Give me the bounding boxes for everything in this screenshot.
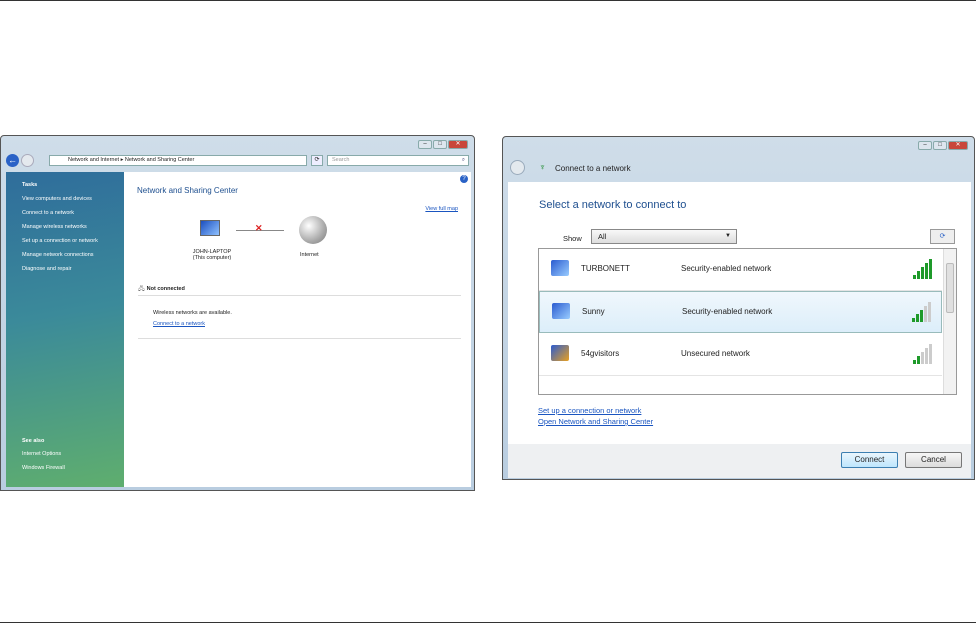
signal-bar	[917, 271, 920, 279]
disconnected-x-icon: ✕	[255, 223, 263, 233]
breadcrumb-item[interactable]: Network and Sharing Center	[125, 157, 194, 163]
bottom-rule	[0, 622, 976, 623]
breadcrumb-item[interactable]: Network and Internet	[68, 157, 119, 163]
signal-bar	[920, 310, 923, 322]
internet-globe-icon	[299, 216, 327, 244]
close-button[interactable]: ✕	[948, 141, 968, 150]
signal-bar	[929, 259, 932, 279]
network-sharing-center-window: – □ ✕ ← Network and Internet ▸ Network and…	[0, 135, 475, 491]
sidebar-task[interactable]: Manage wireless networks	[22, 224, 124, 230]
signal-bar	[929, 344, 932, 364]
signal-bar	[925, 263, 928, 279]
network-icon: ♆	[539, 162, 546, 172]
address-bar[interactable]: Network and Internet ▸ Network and Shari…	[49, 155, 307, 166]
scrollbar-thumb[interactable]	[946, 263, 954, 313]
wireless-message: Wireless networks are available.	[153, 310, 232, 316]
sidebar-task[interactable]: Connect to a network	[22, 210, 124, 216]
divider	[138, 338, 461, 339]
signal-bar	[913, 360, 916, 364]
unsecured-network-icon	[551, 345, 569, 361]
connect-to-network-link[interactable]: Connect to a network	[153, 321, 205, 327]
signal-bar	[924, 306, 927, 322]
dialog-footer: Connect Cancel	[508, 444, 971, 478]
computer-label: JOHN-LAPTOP (This computer)	[192, 249, 232, 261]
setup-connection-link[interactable]: Set up a connection or network	[538, 406, 641, 415]
network-security: Security-enabled network	[682, 307, 773, 316]
network-name: TURBONETT	[581, 264, 630, 273]
signal-bar	[928, 302, 931, 322]
see-also-link[interactable]: Windows Firewall	[22, 465, 65, 471]
signal-bar	[925, 348, 928, 364]
wireless-network-icon	[552, 303, 570, 319]
signal-bar	[913, 275, 916, 279]
connect-button[interactable]: Connect	[841, 452, 898, 468]
dialog-heading: Select a network to connect to	[539, 199, 687, 211]
content-pane: ? Network and Sharing Center View full m…	[124, 172, 471, 487]
page-title: Network and Sharing Center	[137, 186, 238, 195]
sidebar: Tasks View computers and devices Connect…	[6, 172, 124, 487]
signal-bar	[912, 318, 915, 322]
status-header: 🖧 Not connected	[138, 284, 461, 296]
forward-button[interactable]	[21, 154, 34, 167]
back-button[interactable]: ←	[6, 154, 19, 167]
back-button[interactable]	[510, 160, 525, 175]
dialog-title: Connect to a network	[555, 164, 631, 173]
refresh-button[interactable]: ⟳	[930, 229, 955, 244]
maximize-button[interactable]: □	[933, 141, 947, 150]
computer-icon	[200, 220, 220, 236]
wireless-network-icon	[551, 260, 569, 276]
signal-bar	[921, 267, 924, 279]
window-controls: – □ ✕	[418, 140, 468, 149]
view-full-map-link[interactable]: View full map	[425, 206, 458, 212]
see-also-heading: See also	[22, 438, 45, 444]
help-icon[interactable]: ?	[460, 175, 468, 183]
window-controls: – □ ✕	[918, 141, 968, 150]
cancel-button[interactable]: Cancel	[905, 452, 962, 468]
internet-label: Internet	[300, 252, 319, 258]
network-name: 54gvisitors	[581, 349, 620, 358]
signal-strength-icon	[913, 344, 932, 364]
network-name: Sunny	[582, 307, 605, 316]
maximize-button[interactable]: □	[433, 140, 447, 149]
network-list: TURBONETT Security-enabled network Sunny…	[538, 248, 957, 395]
show-label: Show	[563, 234, 582, 243]
search-icon: ⌕	[461, 157, 465, 163]
signal-bar	[917, 356, 920, 364]
connect-to-network-dialog: – □ ✕ ♆ Connect to a network Select a netw…	[502, 136, 975, 480]
sidebar-task[interactable]: Diagnose and repair	[22, 266, 124, 272]
status-text: Not connected	[146, 286, 185, 292]
open-sharing-center-link[interactable]: Open Network and Sharing Center	[538, 417, 653, 426]
top-rule	[0, 0, 976, 1]
network-security: Security-enabled network	[681, 264, 772, 273]
signal-bar	[916, 314, 919, 322]
tasks-heading: Tasks	[22, 182, 38, 188]
minimize-button[interactable]: –	[418, 140, 432, 149]
show-dropdown[interactable]: All ▼	[591, 229, 737, 244]
network-status-icon: 🖧	[138, 286, 145, 292]
network-row-selected[interactable]: Sunny Security-enabled network	[539, 291, 942, 333]
signal-bar	[921, 352, 924, 364]
signal-strength-icon	[912, 302, 931, 322]
sidebar-task[interactable]: Manage network connections	[22, 252, 124, 258]
minimize-button[interactable]: –	[918, 141, 932, 150]
close-button[interactable]: ✕	[448, 140, 468, 149]
signal-strength-icon	[913, 259, 932, 279]
scrollbar[interactable]	[943, 249, 956, 394]
sidebar-task[interactable]: Set up a connection or network	[22, 238, 124, 244]
sidebar-task[interactable]: View computers and devices	[22, 196, 124, 202]
network-row[interactable]: 54gvisitors Unsecured network	[539, 334, 942, 376]
refresh-icon[interactable]: ⟳	[311, 155, 323, 166]
chevron-down-icon: ▼	[725, 233, 731, 239]
network-row[interactable]: TURBONETT Security-enabled network	[539, 249, 942, 291]
search-input[interactable]: Search ⌕	[327, 155, 469, 166]
dialog-body: Select a network to connect to Show All ▼…	[508, 182, 971, 444]
see-also-link[interactable]: Internet Options	[22, 451, 65, 457]
network-security: Unsecured network	[681, 349, 750, 358]
